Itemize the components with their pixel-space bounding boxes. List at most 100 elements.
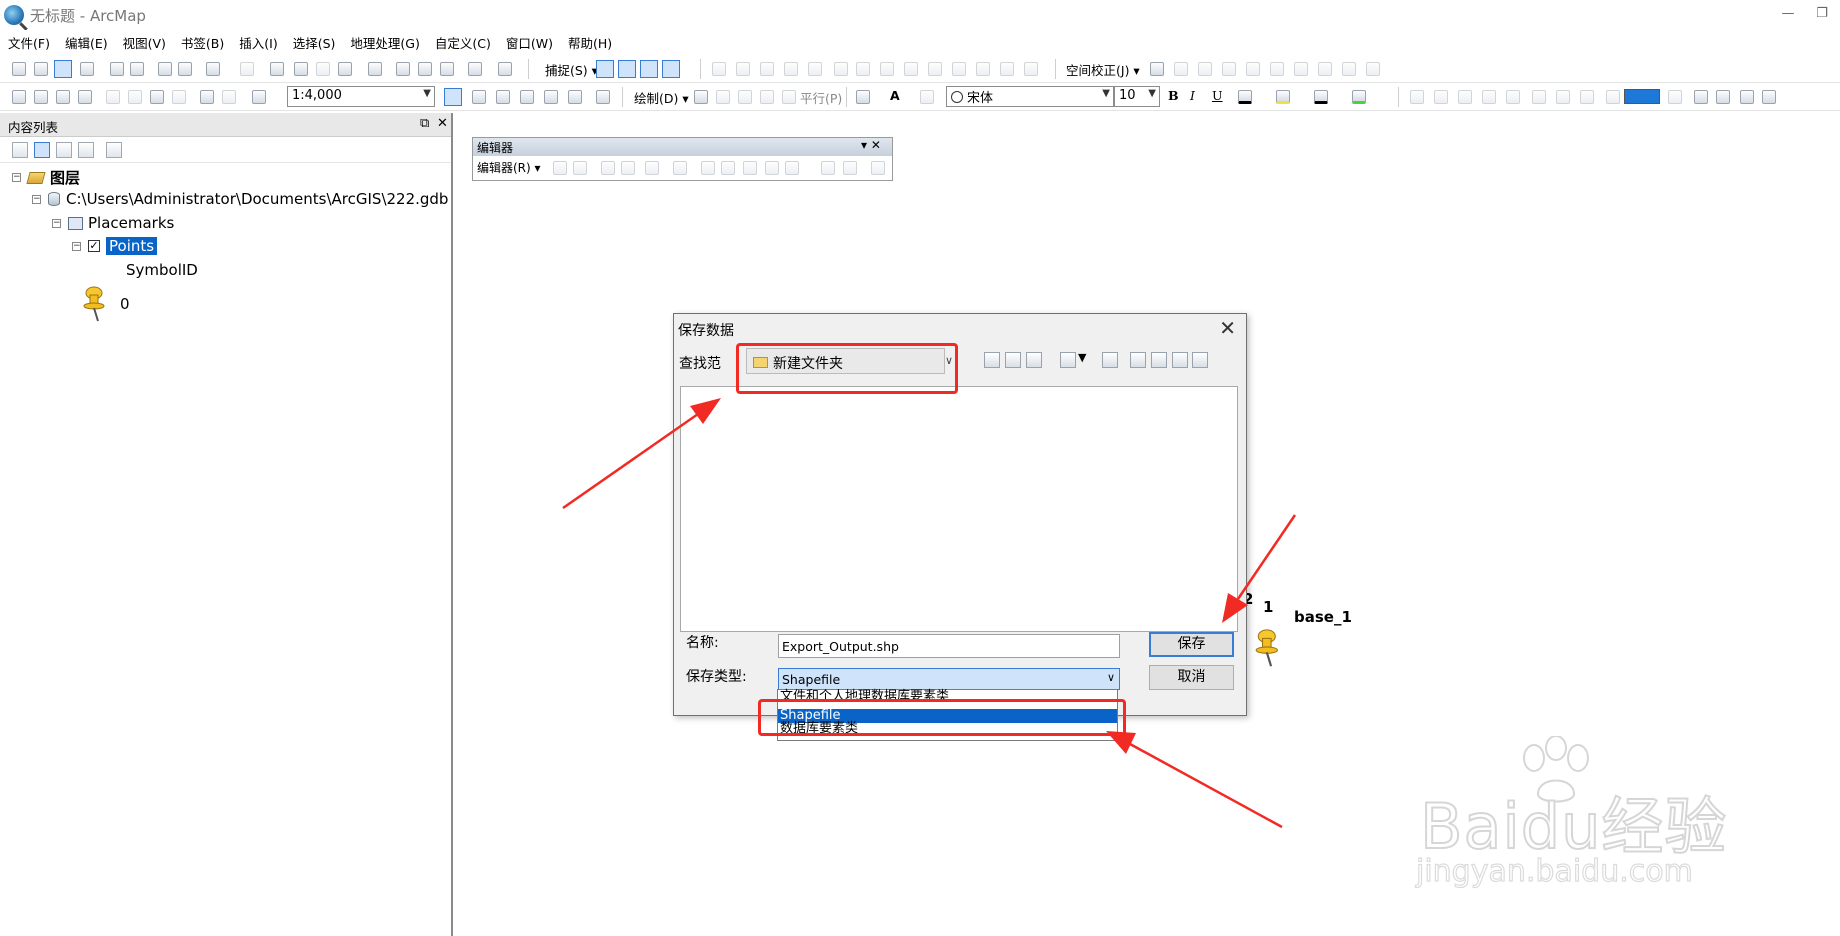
cut-icon[interactable] [106,90,120,104]
select-features-icon[interactable] [206,62,220,76]
change-layout-icon[interactable] [1694,90,1708,104]
delete-icon[interactable] [172,90,186,104]
fixed-zoom-in-icon[interactable] [110,62,124,76]
save-button[interactable]: 保存 [1149,632,1234,657]
time-slider-icon[interactable] [468,62,482,76]
view-dropdown-icon[interactable]: ▼ [1078,351,1086,364]
editor-menu[interactable]: 编辑器(R) ▾ [477,159,541,176]
toggle-draft-icon[interactable] [1606,90,1620,104]
viewer-window-icon[interactable] [498,62,512,76]
collapse-icon[interactable]: − [32,194,41,204]
connect-folder-icon[interactable] [1102,352,1118,368]
data-driven-pages-icon[interactable] [1716,90,1730,104]
name-input[interactable]: Export_Output.shp [778,634,1120,658]
cut-editor-icon[interactable] [743,161,757,175]
font-color-icon[interactable] [1238,90,1252,104]
menu-file[interactable]: 文件(F) [8,33,50,52]
font-size-combo[interactable]: 10 ▼ [1114,86,1160,107]
topology-icon[interactable] [904,62,918,76]
cancel-button[interactable]: 取消 [1149,665,1234,690]
focus-frame-icon[interactable] [1668,90,1682,104]
sketch-properties-editor-icon[interactable] [843,161,857,175]
default-gdb-icon[interactable] [1026,352,1042,368]
editor-toolbar-header[interactable]: 编辑器 ▾ ✕ [473,138,892,156]
zoom-100-icon[interactable] [1482,90,1496,104]
rotate-editor-icon[interactable] [785,161,799,175]
collapse-icon[interactable]: − [52,218,61,228]
zoom-whole-page-icon[interactable] [738,90,752,104]
attribute-transfer-icon[interactable] [1342,62,1356,76]
reshape-icon[interactable] [736,62,750,76]
parallel-tool[interactable]: 平行(P) [800,88,842,107]
network-icon[interactable] [928,62,942,76]
save-icon[interactable] [56,90,70,104]
cogo-icon[interactable] [952,62,966,76]
map-pushpin-icon[interactable] [1254,627,1286,669]
hyperlink-icon[interactable] [316,62,330,76]
attributes-icon[interactable] [834,62,848,76]
text-tool-icon[interactable]: A [890,88,900,103]
cut-polygons-icon[interactable] [760,62,774,76]
menu-view[interactable]: 视图(V) [123,33,166,52]
catalog-options-icon[interactable] [1192,352,1208,368]
trace-edit-icon[interactable] [645,161,659,175]
open-icon[interactable] [34,90,48,104]
file-list[interactable] [680,386,1238,632]
view-link-table-icon[interactable] [1366,62,1380,76]
bold-button[interactable]: B [1168,88,1179,103]
layer-label[interactable]: Points [106,237,158,255]
options-icon[interactable] [106,142,122,158]
point-edit-icon[interactable] [673,161,687,175]
html-popup-icon[interactable] [338,62,352,76]
undo-icon[interactable] [200,90,214,104]
italic-button[interactable]: I [1190,88,1195,103]
edit-vertices-draw-icon[interactable] [920,90,934,104]
trace-icon[interactable] [976,62,990,76]
fill-color-icon[interactable] [1276,90,1290,104]
paste-icon[interactable] [150,90,164,104]
list-by-source-icon[interactable] [34,142,50,158]
menu-geoprocessing[interactable]: 地理处理(G) [350,33,419,52]
forward-extent-icon[interactable] [178,62,192,76]
editor-toolbar-icon[interactable] [444,88,462,106]
menu-windows[interactable]: 窗口(W) [506,33,553,52]
reshape-editor-icon[interactable] [721,161,735,175]
split-icon[interactable] [784,62,798,76]
tree-item-dataset[interactable]: − Placemarks [52,214,174,232]
edit-vertices-icon[interactable] [712,62,726,76]
python-window-icon[interactable] [568,90,582,104]
save-type-select[interactable]: Shapefile ∨ [778,668,1120,690]
search-window-icon[interactable] [520,90,534,104]
edit-annotation-icon[interactable] [573,161,587,175]
clear-selection-icon[interactable] [240,62,254,76]
edit-vertices-editor-icon[interactable] [701,161,715,175]
marker-color-icon[interactable] [1352,90,1366,104]
layout-pan-icon[interactable] [1458,90,1472,104]
snapping-menu[interactable]: 捕捉(S) ▾ [545,60,598,79]
multi-displacement-icon[interactable] [1222,62,1236,76]
catalog-window-icon[interactable] [496,90,510,104]
find-route-icon[interactable] [418,62,432,76]
menu-customize[interactable]: 自定义(C) [435,33,491,52]
restore-button[interactable]: ❐ [1810,4,1834,24]
modify-link-icon[interactable] [1198,62,1212,76]
new-gdb-icon[interactable] [1151,352,1167,368]
vertex-snap-icon[interactable] [640,60,658,78]
new-displacement-link-icon[interactable] [1174,62,1188,76]
new-identity-link-icon[interactable] [1246,62,1260,76]
clear-limited-area-icon[interactable] [1294,62,1308,76]
list-by-drawing-order-icon[interactable] [12,142,28,158]
print-icon[interactable] [78,90,92,104]
end-snap-icon[interactable] [618,60,636,78]
print-preview-icon[interactable] [1740,90,1754,104]
layout-zoom-combo[interactable] [1624,89,1660,104]
point-snap-icon[interactable] [596,60,614,78]
new-document-icon[interactable] [12,90,26,104]
straight-segment-icon[interactable] [601,161,615,175]
layout-zoom-out-icon[interactable] [1434,90,1448,104]
tree-item-layer[interactable]: − ✓ Points [72,237,158,255]
select-elements-draw-icon[interactable] [694,90,708,104]
line-tool-icon[interactable] [1024,62,1038,76]
parallel-icon[interactable] [782,90,796,104]
list-by-selection-icon[interactable] [78,142,94,158]
